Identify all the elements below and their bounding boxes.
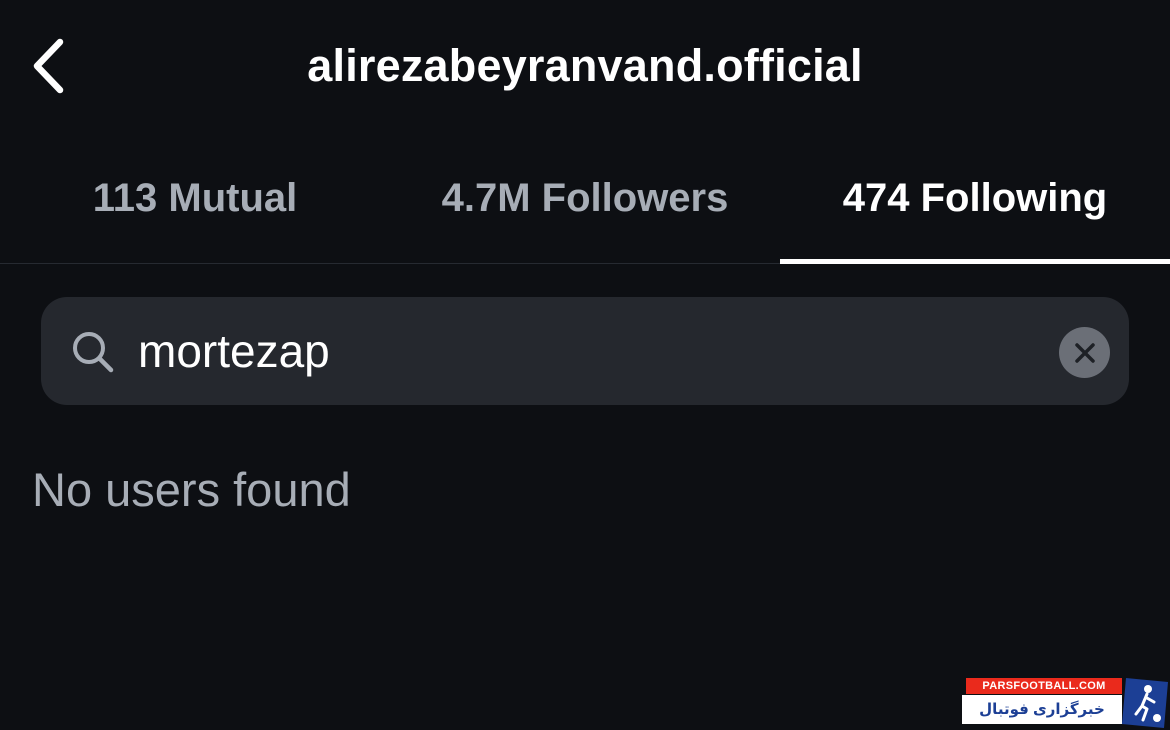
active-tab-indicator — [780, 259, 1170, 264]
header: alirezabeyranvand.official — [0, 0, 1170, 140]
empty-results-message: No users found — [32, 463, 351, 516]
search-input[interactable] — [138, 317, 1038, 385]
close-icon — [1074, 342, 1095, 363]
search-icon — [73, 332, 114, 373]
tab-followers-label: 4.7M Followers — [441, 176, 729, 220]
tab-following[interactable]: 474 Following — [780, 140, 1170, 264]
parsfootball-logo-icon — [1122, 678, 1168, 728]
page-title: alirezabeyranvand.official — [307, 40, 863, 91]
tab-following-label: 474 Following — [842, 176, 1108, 220]
watermark-site: PARSFOOTBALL.COM — [966, 678, 1122, 694]
clear-search-button[interactable] — [1059, 327, 1110, 378]
watermark-tagline: خبرگزاری فوتبال ایران — [962, 695, 1122, 724]
tab-mutual[interactable]: 113 Mutual — [0, 140, 390, 263]
watermark: PARSFOOTBALL.COM خبرگزاری فوتبال ایران — [962, 676, 1170, 730]
tab-mutual-label: 113 Mutual — [92, 176, 298, 220]
tab-bar: 113 Mutual 4.7M Followers 474 Following — [0, 140, 1170, 264]
screen: alirezabeyranvand.official 113 Mutual 4.… — [0, 0, 1170, 730]
search-bar[interactable] — [41, 297, 1129, 405]
tab-followers[interactable]: 4.7M Followers — [390, 140, 780, 263]
